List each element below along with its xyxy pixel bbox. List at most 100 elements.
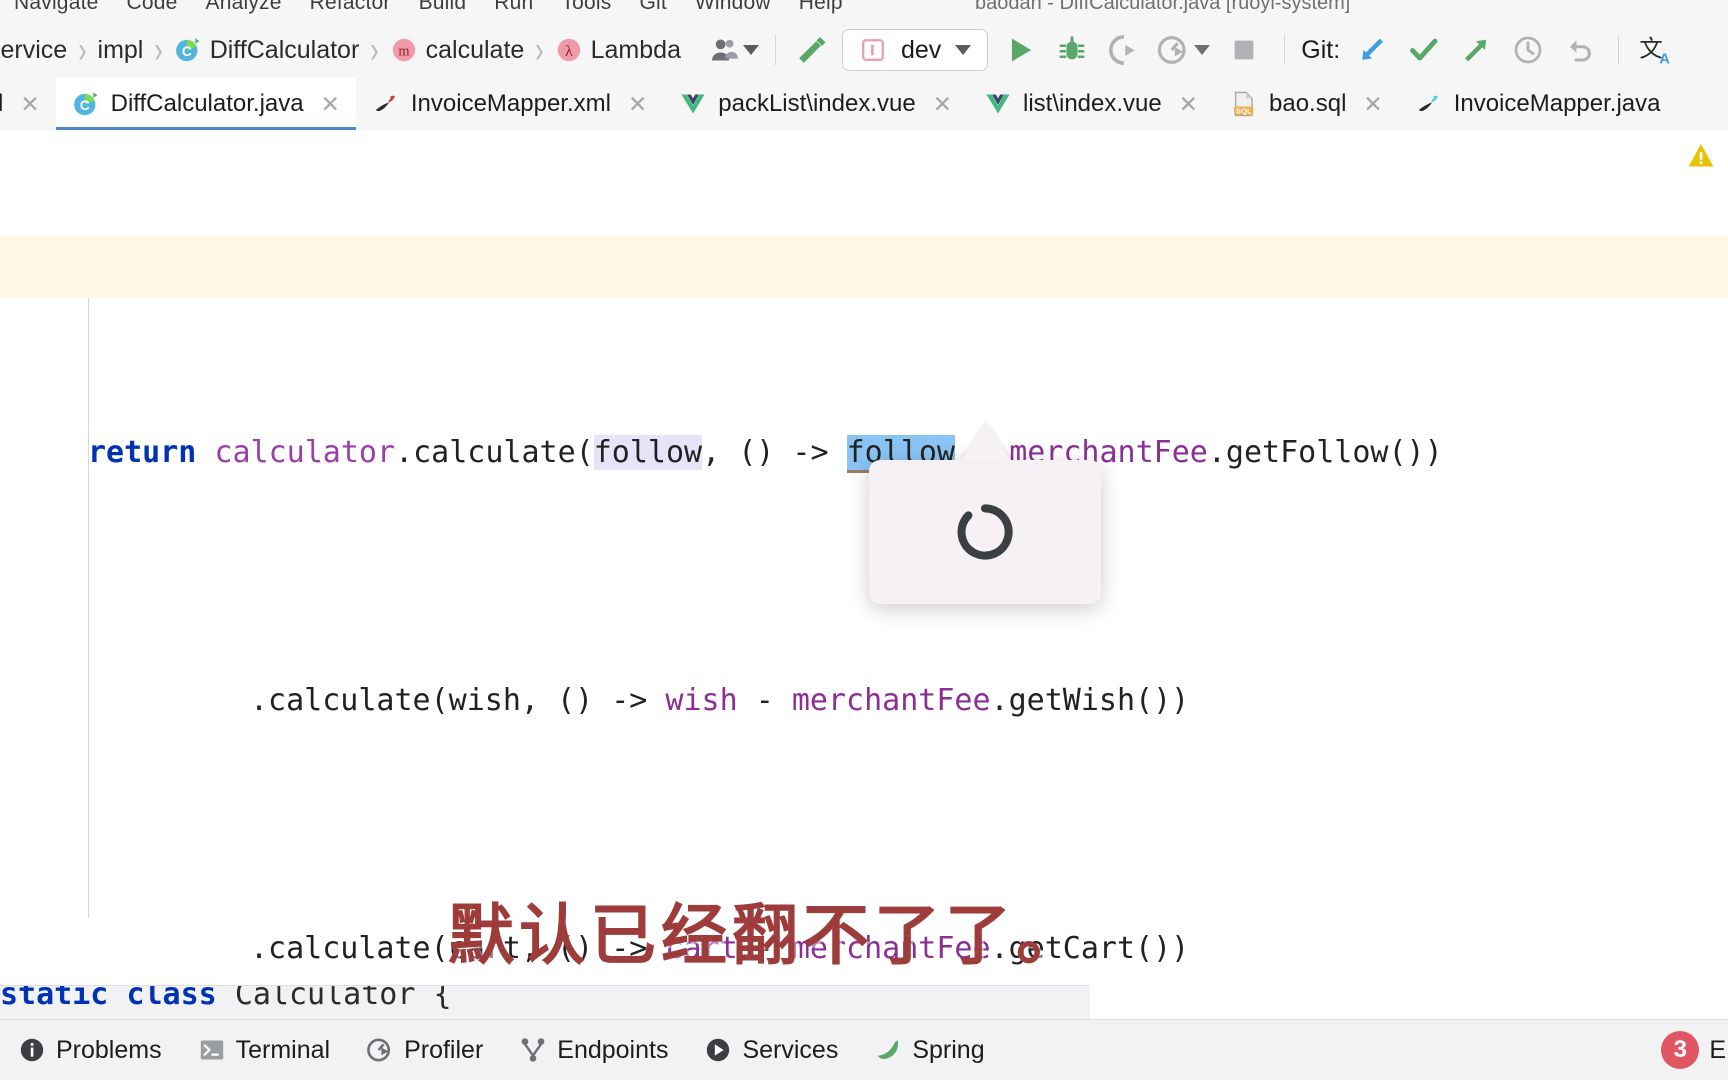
stop-button[interactable]: [1216, 31, 1272, 69]
navigation-toolbar: service › impl › C DiffCalculator ›: [0, 22, 1728, 79]
run-icon: [1012, 38, 1032, 62]
run-configuration-label: dev: [900, 35, 942, 64]
tool-window-label: Problems: [56, 1035, 162, 1064]
git-rollback-button[interactable]: [1554, 31, 1606, 69]
menu-item-label: Git: [639, 0, 667, 14]
editor-tab-label: list\index.vue: [1022, 90, 1162, 117]
code-editor[interactable]: return calculator.calculate(follow, () -…: [0, 130, 1728, 1020]
user-switch-icon: [711, 39, 738, 61]
tool-window-profiler[interactable]: Profiler: [348, 1036, 501, 1065]
git-update-button[interactable]: [1346, 31, 1398, 69]
preview-keyword-class: class: [126, 985, 217, 1012]
tool-window-label: Spring: [912, 1035, 985, 1064]
close-icon[interactable]: ✕: [1179, 91, 1198, 118]
git-history-button[interactable]: [1502, 31, 1554, 69]
build-button[interactable]: [788, 31, 836, 69]
breadcrumb-separator-icon: ›: [370, 28, 379, 71]
user-switch-button[interactable]: [705, 31, 763, 69]
chevron-down-icon: [955, 45, 972, 55]
git-push-button[interactable]: [1450, 31, 1502, 69]
run-coverage-icon: [1109, 35, 1135, 65]
close-icon[interactable]: ✕: [321, 91, 340, 118]
editor-tab-list-index-vue[interactable]: list\index.vue ✕: [968, 78, 1214, 130]
code-token-plain: .calculate(wish, () ->: [250, 683, 666, 718]
editor-tab-label: bao.sql: [1269, 90, 1347, 117]
editor-tab-invoicemapper-xml[interactable]: InvoiceMapper.xml ✕: [356, 78, 663, 130]
breadcrumb-item-impl[interactable]: impl: [92, 36, 150, 65]
git-commit-button[interactable]: [1398, 31, 1450, 69]
menu-item-label: Tools: [561, 0, 612, 14]
code-token-occurrence[interactable]: follow: [593, 435, 703, 470]
terminal-icon: [200, 1040, 223, 1060]
editor-tab-bao-sql[interactable]: SQL bao.sql ✕: [1214, 78, 1399, 130]
run-configuration-selector[interactable]: dev: [841, 29, 989, 71]
editor-tab-invoicemapper-java[interactable]: InvoiceMapper.java: [1399, 78, 1677, 130]
code-preview-text: static class Calculator {: [0, 985, 452, 1020]
code-token-plain: .calculate(: [395, 435, 594, 470]
breadcrumb: service › impl › C DiffCalculator ›: [0, 28, 687, 70]
tool-window-spring[interactable]: Spring: [856, 1036, 1002, 1065]
stop-icon: [1234, 40, 1254, 60]
debug-icon: [1059, 36, 1085, 60]
menu-item-help[interactable]: Help: [785, 0, 857, 15]
translation-loading-popup: [869, 460, 1101, 604]
notification-badge[interactable]: 3: [1661, 1031, 1700, 1069]
run-button[interactable]: [994, 31, 1046, 69]
chevron-down-icon: [742, 45, 759, 55]
breadcrumb-item-calculate[interactable]: m calculate: [384, 36, 531, 65]
menu-item-refactor[interactable]: Refactor: [296, 0, 405, 15]
editor-tab-diffcalculator-java[interactable]: C DiffCalculator.java ✕: [55, 78, 357, 130]
tool-window-endpoints[interactable]: Endpoints: [501, 1036, 686, 1065]
code-token-plain: .getWish()): [990, 683, 1190, 718]
menu-item-navigate[interactable]: Navigate: [0, 0, 112, 15]
menu-item-label: Refactor: [309, 0, 391, 14]
editor-tab-packlist-index-vue[interactable]: packList\index.vue ✕: [663, 78, 968, 130]
preview-class-name: Calculator: [234, 985, 416, 1012]
chinese-overlay-text: 默认已经翻不了了。: [448, 897, 1087, 974]
menu-item-window[interactable]: Window: [681, 0, 785, 15]
menu-bar-items: Navigate Code Analyze Refactor Build Run…: [0, 0, 857, 19]
vue-icon: [681, 94, 705, 114]
debug-button[interactable]: [1046, 31, 1098, 69]
breadcrumb-separator-icon: ›: [154, 28, 163, 71]
git-rollback-icon: [1570, 40, 1592, 62]
warning-triangle-icon[interactable]: [1686, 141, 1716, 171]
editor-tab-xml-partial[interactable]: ml ✕: [0, 78, 56, 130]
menu-item-code[interactable]: Code: [112, 0, 191, 15]
tool-window-label-truncated[interactable]: E: [1709, 1036, 1726, 1065]
breadcrumb-label: service: [0, 35, 68, 64]
breadcrumb-separator-icon: ›: [78, 28, 87, 71]
close-icon[interactable]: ✕: [20, 91, 39, 118]
profile-button[interactable]: [1150, 31, 1216, 69]
git-label: Git:: [1301, 35, 1341, 64]
breadcrumb-item-lambda[interactable]: λ Lambda: [549, 36, 687, 65]
spring-boot-icon: [862, 39, 884, 61]
profiler-icon: [367, 1038, 391, 1062]
code-line[interactable]: return calculator.calculate(follow, () -…: [0, 422, 1728, 484]
code-line[interactable]: .calculate(wish, () -> wish - merchantFe…: [0, 670, 1728, 732]
menu-item-run[interactable]: Run: [480, 0, 547, 15]
code-token-field: wish: [665, 683, 738, 718]
close-icon[interactable]: ✕: [1363, 91, 1382, 118]
code-token-keyword: return: [88, 435, 215, 470]
editor-tab-label: InvoiceMapper.xml: [410, 90, 611, 117]
close-icon[interactable]: ✕: [933, 91, 952, 118]
tool-window-terminal[interactable]: Terminal: [180, 1036, 348, 1065]
menu-item-label: Run: [494, 0, 534, 14]
run-with-coverage-button[interactable]: [1098, 31, 1150, 69]
code-token-plain: .getFollow()): [1207, 435, 1443, 470]
spring-leaf-icon: [878, 1040, 899, 1060]
tool-window-problems[interactable]: Problems: [0, 1036, 180, 1065]
breadcrumb-label: calculate: [425, 35, 525, 64]
breadcrumb-item-service[interactable]: service: [0, 36, 73, 65]
services-icon: [707, 1038, 730, 1062]
translate-button[interactable]: 文 A: [1631, 31, 1677, 69]
tool-window-services[interactable]: Services: [686, 1036, 856, 1065]
menu-item-tools[interactable]: Tools: [547, 0, 625, 15]
menu-item-git[interactable]: Git: [625, 0, 680, 15]
menu-item-build[interactable]: Build: [405, 0, 481, 15]
menu-item-label: Code: [126, 0, 178, 14]
breadcrumb-item-diffcalculator[interactable]: C DiffCalculator: [168, 36, 366, 65]
close-icon[interactable]: ✕: [628, 91, 647, 118]
menu-item-analyze[interactable]: Analyze: [192, 0, 296, 15]
